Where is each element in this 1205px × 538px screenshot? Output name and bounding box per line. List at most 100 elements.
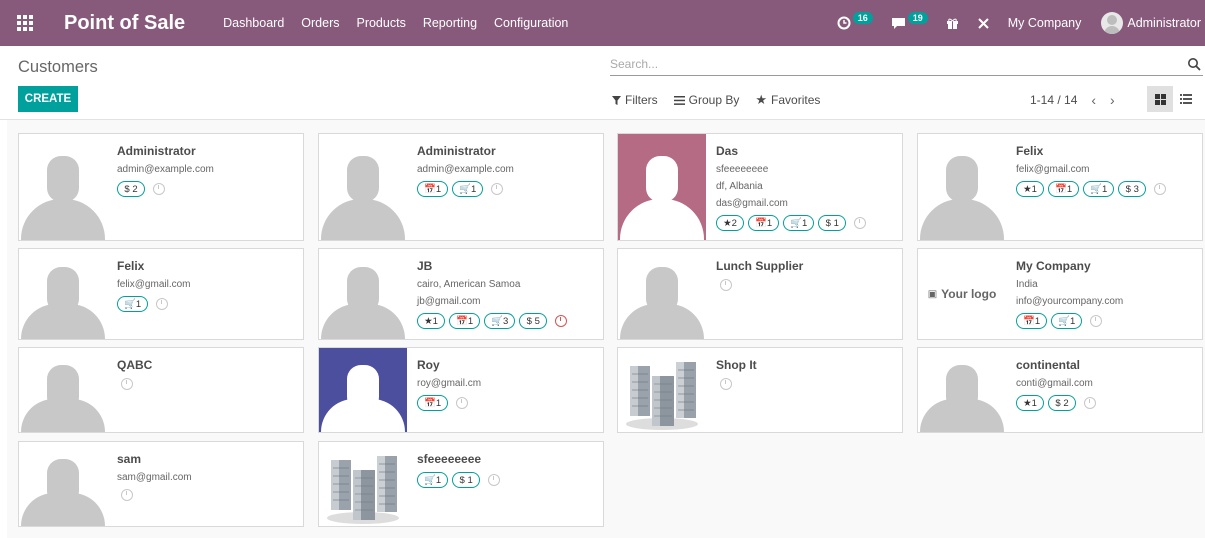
stat-badge[interactable]: $ 5	[519, 313, 548, 329]
activity-clock-icon[interactable]	[456, 397, 469, 409]
activity-clock-icon[interactable]	[1154, 183, 1167, 195]
favorites-button[interactable]: ★ Favorites	[755, 92, 820, 108]
activity-clock-icon[interactable]	[720, 279, 732, 291]
list-view-button[interactable]	[1173, 86, 1199, 112]
customer-card[interactable]: Administrator admin@example.com $ 2	[18, 133, 304, 241]
stat-badge[interactable]: $ 3	[1118, 181, 1147, 197]
stat-buttons: ★1 📅1 🛒1 $ 3	[1016, 181, 1196, 197]
stat-badge[interactable]: 🛒1	[1051, 313, 1083, 329]
debug-tools-button[interactable]	[977, 17, 990, 30]
activity-clock-icon[interactable]	[720, 378, 732, 390]
menu-configuration[interactable]: Configuration	[494, 16, 568, 30]
customer-card[interactable]: sfeeeeeeee 🛒1 $ 1	[318, 441, 604, 527]
user-menu[interactable]: Administrator	[1101, 12, 1201, 34]
menu-reporting[interactable]: Reporting	[423, 16, 477, 30]
stat-badge[interactable]: 📅1	[1048, 181, 1080, 197]
company-switcher[interactable]: My Company	[1008, 16, 1082, 30]
stat-buttons: 📅1 🛒1	[417, 181, 597, 197]
activity-clock-icon[interactable]	[156, 298, 169, 310]
list-icon	[673, 95, 685, 105]
activity-clock-icon[interactable]	[121, 378, 133, 390]
gift-button[interactable]	[946, 17, 959, 30]
customer-card[interactable]: QABC	[18, 347, 304, 433]
stat-badge[interactable]: 🛒1	[783, 215, 815, 231]
search-input[interactable]	[610, 54, 1170, 71]
activity-clock-icon[interactable]	[1084, 397, 1096, 409]
customer-detail: roy@gmail.cm	[417, 378, 482, 389]
stat-badge[interactable]: 📅1	[1016, 313, 1048, 329]
customer-detail: conti@gmail.com	[1016, 378, 1093, 389]
card-body: Administrator admin@example.com 📅1 🛒1	[417, 144, 597, 197]
card-body: Felix felix@gmail.com ★1 📅1 🛒1 $ 3	[1016, 144, 1196, 197]
customer-detail: cairo, American Samoa	[417, 279, 521, 290]
groupby-button[interactable]: Group By	[673, 92, 740, 108]
app-title[interactable]: Point of Sale	[64, 12, 185, 35]
stat-badge[interactable]: $ 2	[1048, 395, 1076, 411]
stat-badge[interactable]: 📅1	[748, 215, 780, 231]
kanban-grid-icon	[1154, 93, 1166, 105]
search-icon[interactable]	[1187, 57, 1201, 71]
activity-clock-icon[interactable]	[121, 489, 133, 501]
stat-badge[interactable]: 📅1	[417, 181, 449, 197]
customer-card[interactable]: continental conti@gmail.com ★1 $ 2	[917, 347, 1203, 433]
activity-clock-icon[interactable]	[555, 315, 568, 327]
customer-name: Felix	[117, 259, 145, 273]
customer-card[interactable]: Felix felix@gmail.com ★1 📅1 🛒1 $ 3	[917, 133, 1203, 241]
stat-badge[interactable]: 🛒1	[1083, 181, 1115, 197]
stat-badge[interactable]: 🛒1	[417, 472, 449, 488]
pager-next-icon[interactable]: ›	[1110, 92, 1115, 108]
stat-badge[interactable]: $ 2	[117, 181, 145, 197]
stat-badge[interactable]: ★1	[417, 313, 445, 329]
customer-card[interactable]: Felix felix@gmail.com 🛒1	[18, 248, 304, 340]
pager-value[interactable]: 1-14 / 14	[1030, 93, 1077, 107]
customer-name: continental	[1016, 358, 1081, 372]
create-button[interactable]: CREATE	[18, 86, 78, 112]
stat-badge[interactable]: ★1	[1016, 181, 1044, 197]
card-body: Shop It	[716, 358, 896, 390]
activity-clock-icon[interactable]	[491, 183, 504, 195]
customer-detail: df, Albania	[716, 181, 763, 192]
customer-card[interactable]: Das sfeeeeeeee df, Albania das@gmail.com ★2 📅…	[617, 133, 903, 241]
customer-card[interactable]: sam sam@gmail.com	[18, 441, 304, 527]
stat-badge[interactable]: 📅1	[449, 313, 481, 329]
stat-badge[interactable]: 🛒1	[452, 181, 484, 197]
customer-detail: sam@gmail.com	[117, 472, 192, 483]
stat-badge[interactable]: 📅1	[417, 395, 449, 411]
customer-card[interactable]: Roy roy@gmail.cm 📅1	[318, 347, 604, 433]
activity-clock-icon[interactable]	[488, 474, 501, 486]
customer-card[interactable]: ▣ Your logo My Company India info@yourcompan…	[917, 248, 1203, 340]
card-body: sfeeeeeeee 🛒1 $ 1	[417, 452, 597, 488]
filters-button[interactable]: Filters	[612, 92, 658, 108]
kanban-view-button[interactable]	[1147, 86, 1173, 112]
messages-button[interactable]: 19	[891, 12, 928, 30]
pager-previous-icon[interactable]: ‹	[1091, 92, 1096, 108]
search-options: Filters Group By ★ Favorites	[612, 92, 820, 108]
menu-products[interactable]: Products	[356, 16, 405, 30]
customer-card[interactable]: JB cairo, American Samoa jb@gmail.com ★1 📅1 🛒…	[318, 248, 604, 340]
menu-dashboard[interactable]: Dashboard	[223, 16, 284, 30]
stat-badge[interactable]: $ 1	[452, 472, 481, 488]
card-body: My Company India info@yourcompany.com 📅1 🛒1	[1016, 259, 1196, 329]
activity-clock-icon[interactable]	[854, 217, 867, 229]
stat-badge[interactable]: 🛒1	[117, 296, 149, 312]
logo-text: Your logo	[941, 287, 997, 301]
avatar-placeholder-icon	[19, 249, 107, 339]
customer-name: sam	[117, 452, 142, 466]
avatar-placeholder-icon	[618, 249, 706, 339]
stat-badge[interactable]: ★2	[716, 215, 744, 231]
groupby-label: Group By	[688, 93, 740, 107]
avatar-placeholder-icon	[19, 442, 107, 526]
customer-card[interactable]: Shop It	[617, 347, 903, 433]
customer-card[interactable]: Lunch Supplier	[617, 248, 903, 340]
activity-button[interactable]: 16	[837, 12, 873, 30]
customer-name: JB	[417, 259, 433, 273]
activity-clock-icon[interactable]	[153, 183, 165, 195]
activity-clock-icon[interactable]	[1090, 315, 1103, 327]
stat-badge[interactable]: 🛒3	[484, 313, 516, 329]
customer-card[interactable]: Administrator admin@example.com 📅1 🛒1	[318, 133, 604, 241]
stat-badge[interactable]: $ 1	[818, 215, 847, 231]
apps-menu-button[interactable]	[0, 0, 50, 46]
customer-detail: jb@gmail.com	[417, 296, 481, 307]
menu-orders[interactable]: Orders	[301, 16, 339, 30]
stat-badge[interactable]: ★1	[1016, 395, 1044, 411]
